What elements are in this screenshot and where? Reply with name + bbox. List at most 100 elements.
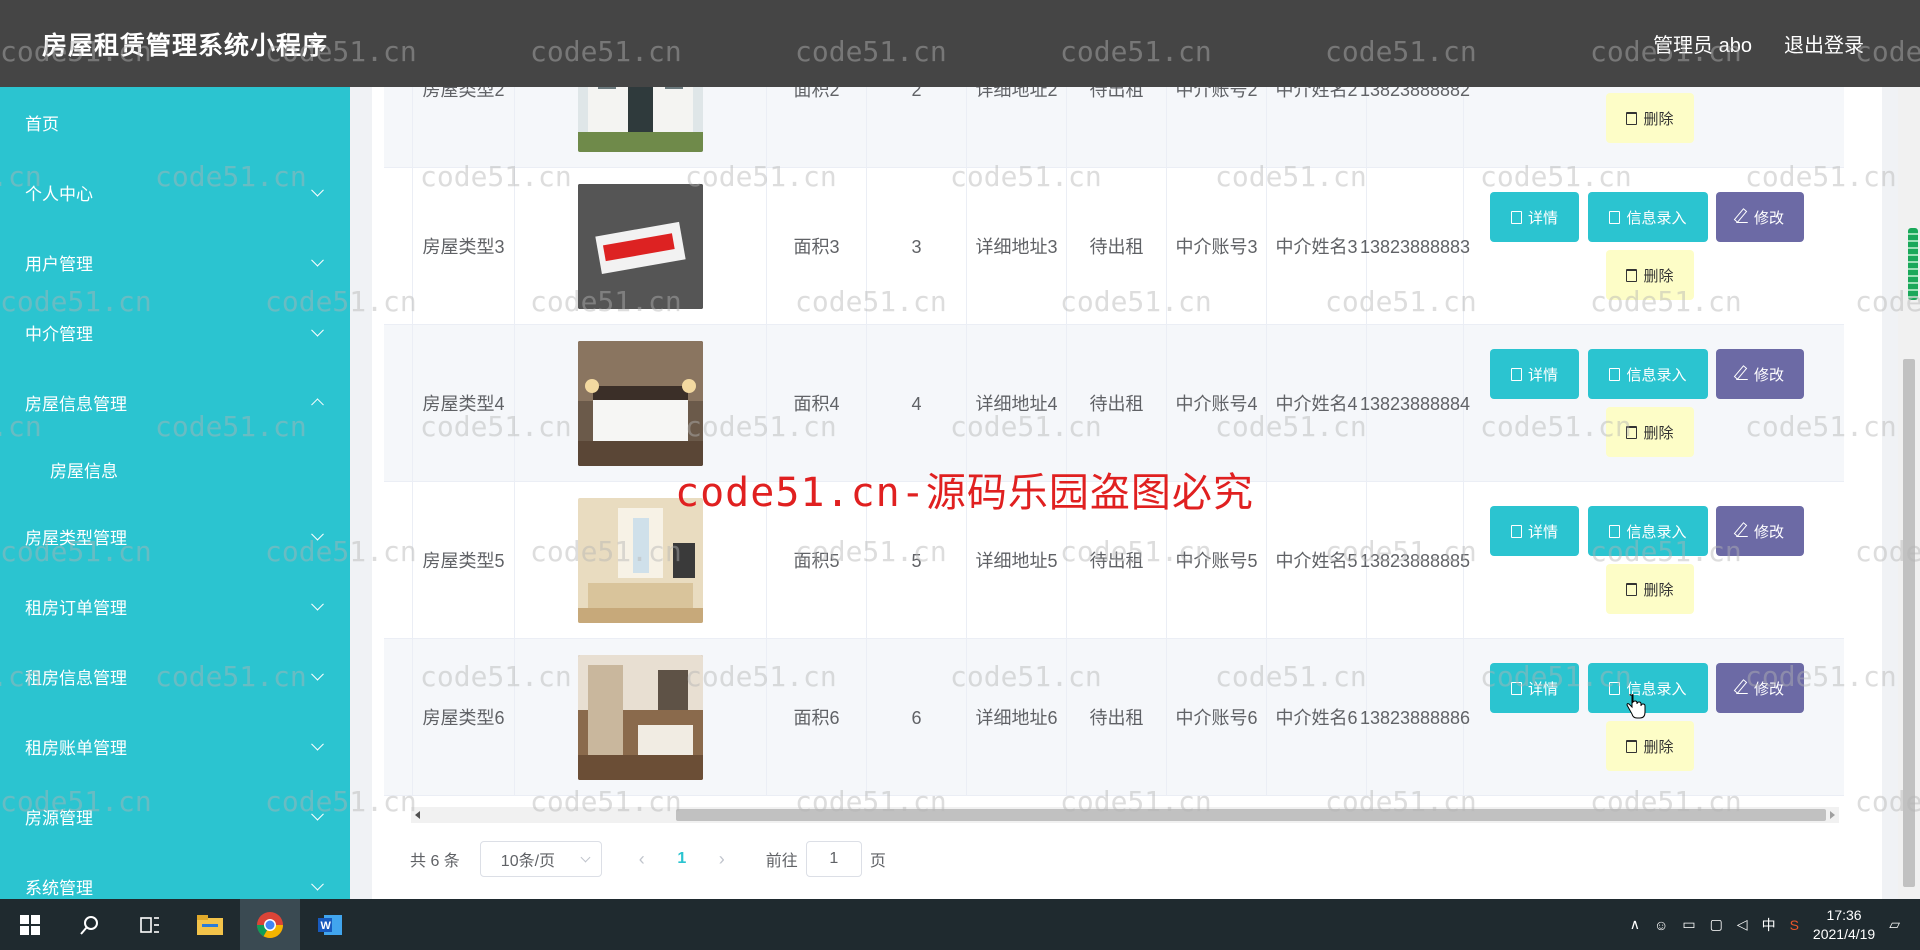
status-cell: 待出租 bbox=[1067, 325, 1167, 482]
sidebar-subitem-house-info[interactable]: 房屋信息 bbox=[0, 437, 350, 501]
sidebar-item-home[interactable]: 首页 bbox=[0, 87, 350, 157]
app-title: 房屋租赁管理系统小程序 bbox=[42, 31, 329, 60]
ime-indicator[interactable]: 中 bbox=[1762, 915, 1776, 935]
area-cell: 面积4 bbox=[767, 325, 867, 482]
sidebar: 首页 个人中心 用户管理 中介管理 房屋信息管理 房屋信息 房屋类型管理 租房订… bbox=[0, 87, 350, 899]
sidebar-item-house-type-management[interactable]: 房屋类型管理 bbox=[0, 501, 350, 571]
sidebar-item-system-management[interactable]: 系统管理 bbox=[0, 851, 350, 899]
battery-icon[interactable]: ▭ bbox=[1682, 916, 1695, 933]
phone-cell: 13823888884 bbox=[1360, 325, 1470, 482]
document-icon bbox=[1609, 210, 1621, 224]
info-entry-button[interactable]: 信息录入 bbox=[1588, 349, 1708, 399]
house-photo[interactable] bbox=[578, 341, 703, 466]
sidebar-item-listing-management[interactable]: 房源管理 bbox=[0, 781, 350, 851]
delete-button[interactable]: 删除 bbox=[1606, 250, 1694, 300]
delete-button[interactable]: 删除 bbox=[1606, 564, 1694, 614]
sidebar-item-user-management[interactable]: 用户管理 bbox=[0, 227, 350, 297]
rooms-cell: 4 bbox=[867, 325, 967, 482]
agent-name-cell: 中介姓名6 bbox=[1267, 639, 1367, 796]
logout-button[interactable]: 退出登录 bbox=[1784, 29, 1864, 58]
sidebar-item-label: 中介管理 bbox=[25, 324, 93, 344]
status-cell: 待出租 bbox=[1067, 168, 1167, 325]
scroll-left-arrow-icon[interactable] bbox=[415, 811, 420, 819]
notification-icon[interactable]: ▱ bbox=[1889, 916, 1900, 933]
sidebar-item-label: 用户管理 bbox=[25, 254, 93, 274]
sidebar-item-rental-info-management[interactable]: 租房信息管理 bbox=[0, 641, 350, 711]
pencil-icon bbox=[1735, 211, 1748, 223]
detail-button[interactable]: 详情 bbox=[1490, 349, 1579, 399]
rooms-cell: 6 bbox=[867, 639, 967, 796]
edit-button[interactable]: 修改 bbox=[1716, 192, 1804, 242]
scroll-right-arrow-icon[interactable] bbox=[1830, 811, 1835, 819]
sidebar-item-label: 个人中心 bbox=[25, 184, 93, 204]
goto-suffix: 页 bbox=[869, 853, 886, 870]
windows-start-icon[interactable] bbox=[0, 899, 60, 950]
area-cell: 面积6 bbox=[767, 639, 867, 796]
pencil-icon bbox=[1735, 682, 1748, 694]
document-icon bbox=[1510, 367, 1522, 381]
sidebar-item-house-info-management[interactable]: 房屋信息管理 bbox=[0, 367, 350, 437]
system-clock[interactable]: 17:36 2021/4/19 bbox=[1813, 906, 1875, 944]
entry-label: 信息录入 bbox=[1626, 209, 1687, 227]
info-entry-button[interactable]: 信息录入 bbox=[1588, 663, 1708, 713]
file-explorer-icon[interactable] bbox=[180, 899, 240, 950]
row-actions: 详情 信息录入 修改 删除 bbox=[1464, 168, 1844, 325]
user-tray-icon[interactable]: ☺ bbox=[1654, 917, 1668, 933]
info-entry-button[interactable]: 信息录入 bbox=[1588, 506, 1708, 556]
pagination-total: 共 6 条 bbox=[410, 853, 460, 870]
chevron-down-icon bbox=[311, 183, 324, 197]
vertical-scrollbar-thumb[interactable] bbox=[1903, 359, 1915, 887]
sidebar-item-label: 租房账单管理 bbox=[25, 738, 127, 758]
next-page-button[interactable]: › bbox=[702, 841, 742, 877]
goto-page: 前往 页 bbox=[766, 841, 886, 877]
house-photo[interactable] bbox=[578, 655, 703, 780]
trash-icon bbox=[1626, 582, 1638, 596]
svg-text:W: W bbox=[321, 920, 332, 932]
delete-button[interactable]: 删除 bbox=[1606, 93, 1694, 143]
sidebar-item-personal-center[interactable]: 个人中心 bbox=[0, 157, 350, 227]
sidebar-item-agent-management[interactable]: 中介管理 bbox=[0, 297, 350, 367]
house-photo[interactable] bbox=[578, 184, 703, 309]
watermark-banner: code51.cn-源码乐园盗图必究 bbox=[675, 470, 1254, 516]
rooms-cell: 3 bbox=[867, 168, 967, 325]
detail-button[interactable]: 详情 bbox=[1490, 192, 1579, 242]
network-icon[interactable]: ▢ bbox=[1710, 916, 1723, 933]
goto-page-input[interactable] bbox=[805, 841, 862, 877]
page-size-select[interactable]: 10条/页 bbox=[479, 841, 602, 877]
edit-button[interactable]: 修改 bbox=[1716, 506, 1804, 556]
prev-page-button[interactable]: ‹ bbox=[622, 841, 662, 877]
sidebar-item-label: 房源管理 bbox=[25, 808, 93, 828]
edit-label: 修改 bbox=[1753, 523, 1784, 541]
scrollbar-thumb[interactable] bbox=[676, 809, 1826, 821]
sidebar-subitem-label: 房屋信息 bbox=[50, 461, 118, 481]
detail-button[interactable]: 详情 bbox=[1490, 663, 1579, 713]
page-vertical-scrollbar[interactable] bbox=[1898, 87, 1920, 899]
detail-button[interactable]: 详情 bbox=[1490, 506, 1579, 556]
entry-label: 信息录入 bbox=[1626, 523, 1687, 541]
page-number-current[interactable]: 1 bbox=[662, 850, 702, 868]
sidebar-item-rental-bill-management[interactable]: 租房账单管理 bbox=[0, 711, 350, 781]
info-entry-button[interactable]: 信息录入 bbox=[1588, 192, 1708, 242]
user-label[interactable]: 管理员 abo bbox=[1653, 29, 1752, 58]
task-view-icon[interactable] bbox=[120, 899, 180, 950]
word-icon[interactable]: W bbox=[300, 899, 360, 950]
search-icon[interactable] bbox=[60, 899, 120, 950]
delete-button[interactable]: 删除 bbox=[1606, 407, 1694, 457]
pencil-icon bbox=[1735, 368, 1748, 380]
ime-app-icon[interactable]: S bbox=[1790, 917, 1799, 933]
edit-button[interactable]: 修改 bbox=[1716, 663, 1804, 713]
edit-button[interactable]: 修改 bbox=[1716, 349, 1804, 399]
chevron-up-icon[interactable]: ∧ bbox=[1630, 916, 1640, 933]
document-icon bbox=[1510, 524, 1522, 538]
table-horizontal-scrollbar[interactable] bbox=[411, 807, 1839, 823]
delete-button[interactable]: 删除 bbox=[1606, 721, 1694, 771]
delete-label: 删除 bbox=[1643, 738, 1674, 756]
photo-cell bbox=[515, 639, 767, 796]
phone-cell: 13823888883 bbox=[1360, 168, 1470, 325]
sidebar-item-rental-order-management[interactable]: 租房订单管理 bbox=[0, 571, 350, 641]
chrome-icon[interactable] bbox=[240, 899, 300, 950]
phone-cell: 13823888885 bbox=[1360, 482, 1470, 639]
volume-icon[interactable]: ◁ bbox=[1737, 916, 1748, 933]
agent-account-cell: 中介账号3 bbox=[1167, 168, 1267, 325]
chevron-down-icon bbox=[311, 527, 324, 541]
